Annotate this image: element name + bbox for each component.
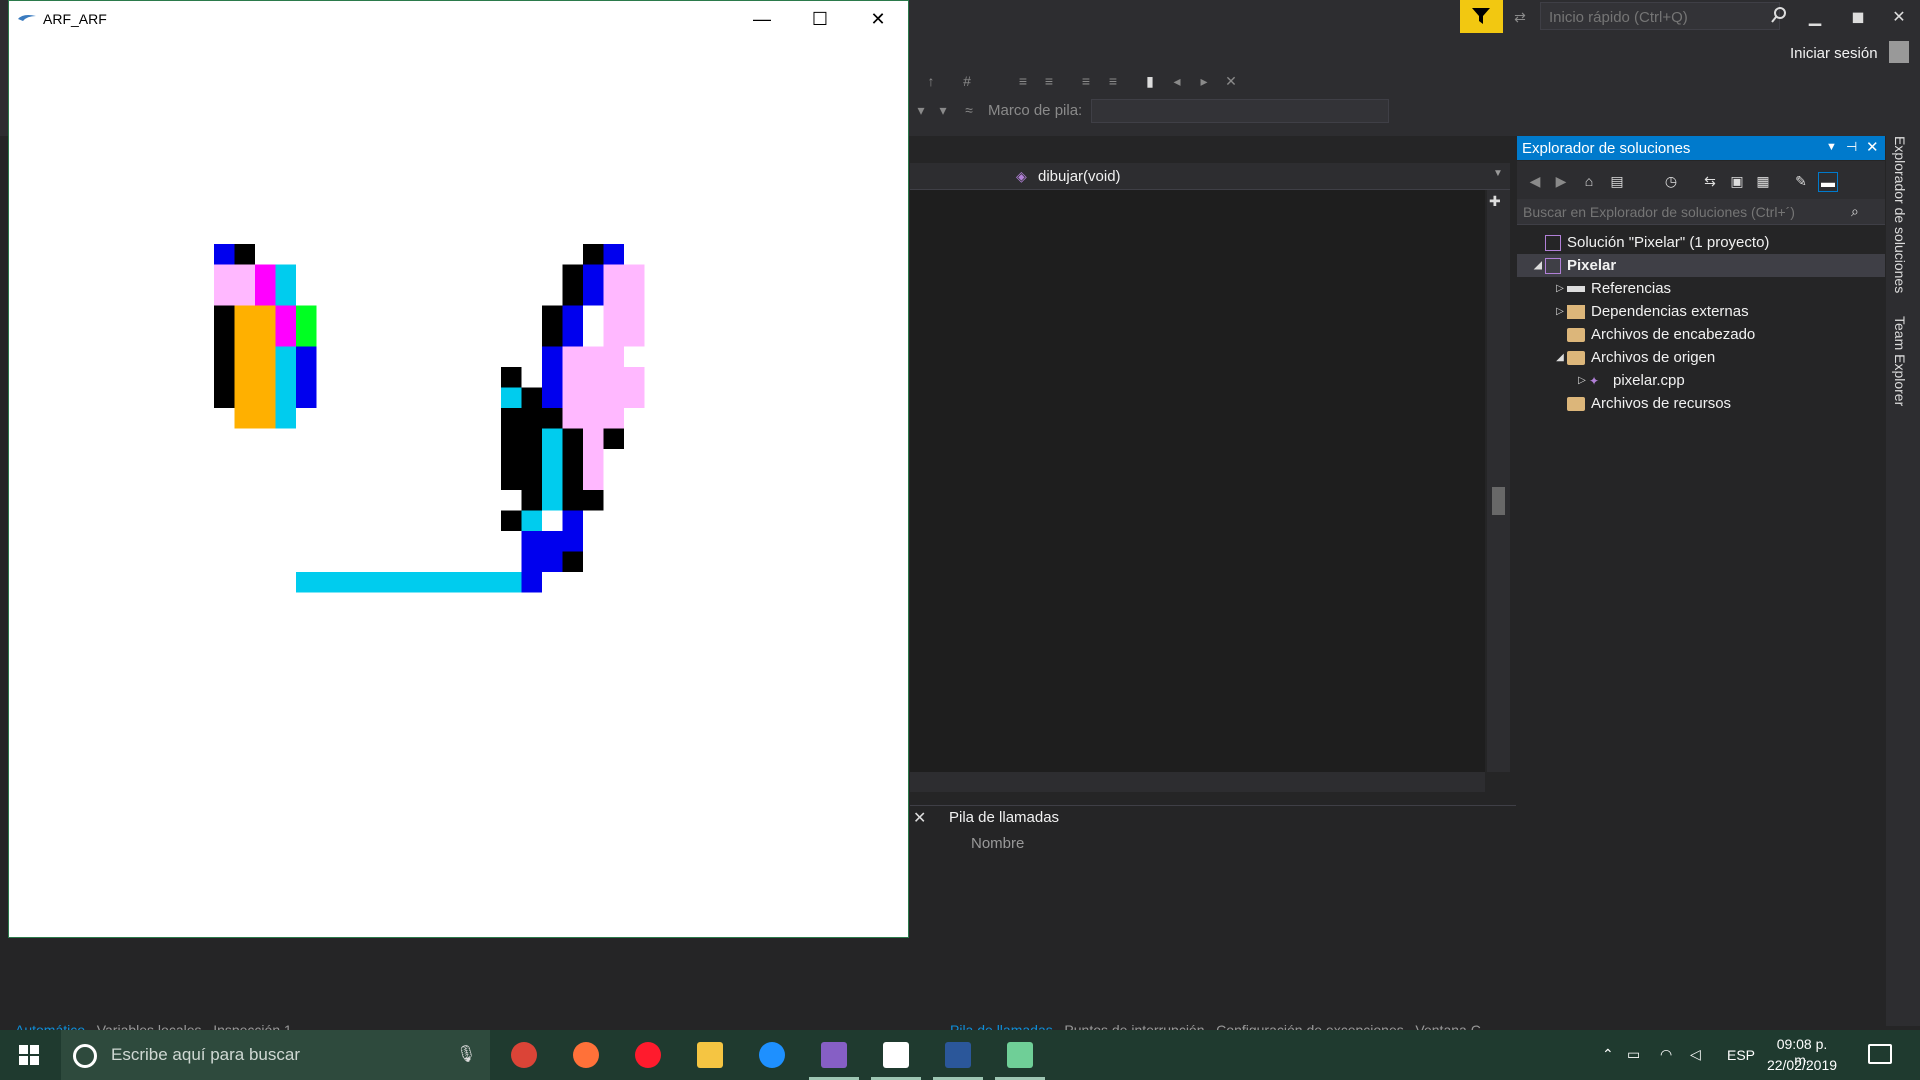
battery-icon[interactable]: ▭ — [1627, 1046, 1640, 1063]
taskbar-app-button[interactable] — [991, 1030, 1049, 1080]
pixel-cyan — [521, 510, 542, 531]
windows-icon — [19, 1045, 39, 1065]
pixel-cyan — [296, 572, 522, 593]
pixel-cyan — [501, 387, 522, 408]
opera-icon — [635, 1042, 661, 1068]
chrome-icon — [511, 1042, 537, 1068]
pixel-blue — [562, 305, 583, 347]
taskbar-app-button[interactable] — [557, 1030, 615, 1080]
edge-icon — [759, 1042, 785, 1068]
pixel-pink — [562, 346, 624, 429]
visual-studio-icon — [821, 1042, 847, 1068]
pixel-orange — [234, 305, 276, 429]
pixel-black — [603, 428, 624, 449]
pixel-blue — [214, 244, 235, 265]
firefox-icon — [573, 1042, 599, 1068]
pixel-pink — [603, 264, 645, 347]
taskbar-app-button[interactable] — [929, 1030, 987, 1080]
taskbar-app-button[interactable] — [805, 1030, 863, 1080]
pixel-black — [542, 305, 563, 347]
pixel-magenta — [275, 305, 296, 347]
pixel-cyan — [542, 428, 563, 511]
pixel-black — [583, 244, 604, 265]
notifications-icon[interactable] — [1868, 1044, 1892, 1064]
pixel-blue — [521, 531, 563, 572]
pixel-black — [501, 367, 522, 388]
pixel-blue — [542, 346, 563, 408]
taskbar-app-button[interactable] — [495, 1030, 553, 1080]
taskbar-search-placeholder[interactable]: Escribe aquí para buscar — [111, 1045, 300, 1065]
pixel-black — [501, 510, 522, 531]
file-explorer-icon — [697, 1042, 723, 1068]
word-icon — [945, 1042, 971, 1068]
taskbar-app-button[interactable] — [743, 1030, 801, 1080]
volume-icon[interactable]: ◁ — [1690, 1046, 1701, 1063]
pixel-blue — [296, 346, 317, 408]
taskbar-app-button[interactable] — [867, 1030, 925, 1080]
pixel-black — [583, 490, 604, 511]
cortana-icon — [73, 1044, 97, 1068]
pixel-black — [521, 490, 542, 511]
app-window-icon — [1007, 1042, 1033, 1068]
chevron-up-icon[interactable]: ⌃ — [1602, 1046, 1614, 1063]
microphone-icon[interactable]: 🎙 — [456, 1044, 476, 1064]
pixel-blue — [583, 264, 604, 306]
pixel-cyan — [275, 346, 296, 429]
pixel-green — [296, 305, 317, 347]
pixel-pink — [214, 264, 255, 306]
start-button[interactable] — [0, 1030, 58, 1080]
pixel-canvas — [214, 244, 645, 593]
pixel-black — [214, 305, 235, 408]
clock-date[interactable]: 22/02/2019 — [1765, 1057, 1839, 1073]
taskbar-app-button[interactable] — [681, 1030, 739, 1080]
taskbar-app-button[interactable] — [619, 1030, 677, 1080]
photos-icon — [883, 1042, 909, 1068]
pixel-black — [562, 264, 583, 306]
pixel-black — [521, 387, 542, 408]
pixel-blue — [521, 572, 542, 593]
pixel-cyan — [275, 264, 296, 306]
pixel-pink — [624, 367, 645, 408]
pixel-magenta — [255, 264, 276, 306]
pixel-black — [542, 408, 563, 429]
pixel-blue — [603, 244, 624, 265]
language-indicator[interactable]: ESP — [1727, 1047, 1755, 1063]
wifi-icon[interactable]: ◠ — [1660, 1046, 1672, 1063]
pixel-blue — [562, 510, 583, 552]
pixel-black — [501, 408, 542, 490]
pixel-pink — [583, 428, 604, 490]
pixel-black — [234, 244, 255, 265]
